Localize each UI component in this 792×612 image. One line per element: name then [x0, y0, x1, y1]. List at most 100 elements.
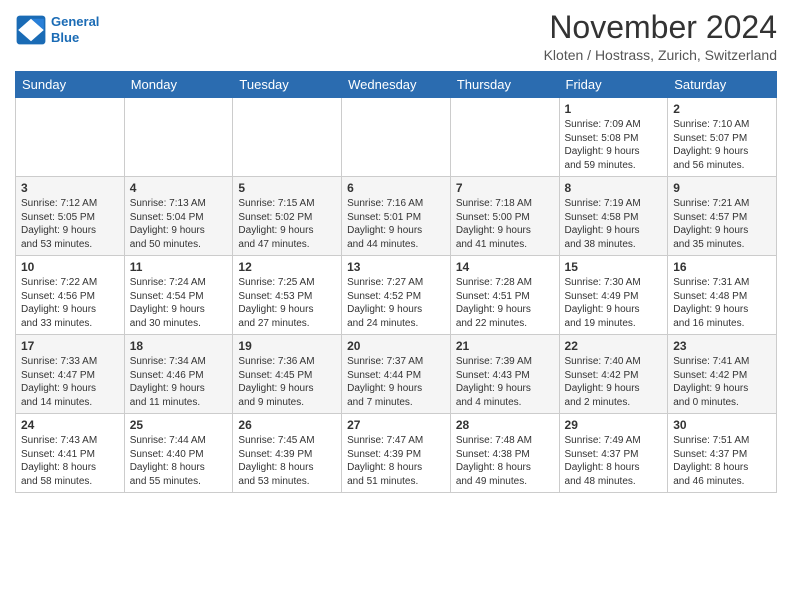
calendar-cell: 4Sunrise: 7:13 AMSunset: 5:04 PMDaylight… [124, 177, 233, 256]
week-row-1: 3Sunrise: 7:12 AMSunset: 5:05 PMDaylight… [16, 177, 777, 256]
calendar-cell: 21Sunrise: 7:39 AMSunset: 4:43 PMDayligh… [450, 335, 559, 414]
calendar-cell: 19 Sunrise: 7:36 AMSunset: 4:45 PMDayligh… [233, 335, 342, 414]
calendar-cell: 3Sunrise: 7:12 AMSunset: 5:05 PMDaylight… [16, 177, 125, 256]
header-right: November 2024 Kloten / Hostrass, Zurich,… [544, 10, 777, 63]
day-number: 6 [347, 181, 445, 195]
col-friday: Friday [559, 72, 668, 98]
cell-content: Sunrise: 7:51 AMSunset: 4:37 PMDaylight:… [673, 434, 771, 488]
week-row-2: 10Sunrise: 7:22 AMSunset: 4:56 PMDayligh… [16, 256, 777, 335]
day-number: 27 [347, 418, 445, 432]
calendar-cell [124, 98, 233, 177]
col-tuesday: Tuesday [233, 72, 342, 98]
calendar-cell: 25Sunrise: 7:44 AMSunset: 4:40 PMDayligh… [124, 414, 233, 493]
calendar-cell: 1 Sunrise: 7:09 AMSunset: 5:08 PMDaylight… [559, 98, 668, 177]
calendar-cell: 12 Sunrise: 7:25 AMSunset: 4:53 PMDayligh… [233, 256, 342, 335]
day-number: 20 [347, 339, 445, 353]
day-number: 9 [673, 181, 771, 195]
cell-content: Sunrise: 7:15 AMSunset: 5:02 PMDaylight:… [238, 197, 336, 251]
calendar-cell: 2Sunrise: 7:10 AMSunset: 5:07 PMDaylight… [668, 98, 777, 177]
day-number: 14 [456, 260, 554, 274]
calendar-cell: 30Sunrise: 7:51 AMSunset: 4:37 PMDayligh… [668, 414, 777, 493]
week-row-0: 1 Sunrise: 7:09 AMSunset: 5:08 PMDaylight… [16, 98, 777, 177]
cell-content: Sunrise: 7:25 AMSunset: 4:53 PMDaylight:… [238, 276, 336, 330]
header: General Blue November 2024 Kloten / Host… [15, 10, 777, 63]
cell-content: Sunrise: 7:09 AMSunset: 5:08 PMDaylight:… [565, 118, 663, 172]
calendar-cell: 23 Sunrise: 7:41 AMSunset: 4:42 PMDayligh… [668, 335, 777, 414]
day-number: 13 [347, 260, 445, 274]
calendar-cell: 17 Sunrise: 7:33 AMSunset: 4:47 PMDayligh… [16, 335, 125, 414]
day-number: 2 [673, 102, 771, 116]
cell-content: Sunrise: 7:41 AMSunset: 4:42 PMDaylight:… [673, 355, 771, 409]
calendar-cell: 7Sunrise: 7:18 AMSunset: 5:00 PMDaylight… [450, 177, 559, 256]
cell-content: Sunrise: 7:31 AMSunset: 4:48 PMDaylight:… [673, 276, 771, 330]
cell-content: Sunrise: 7:47 AMSunset: 4:39 PMDaylight:… [347, 434, 445, 488]
calendar-cell: 15 Sunrise: 7:30 AMSunset: 4:49 PMDayligh… [559, 256, 668, 335]
cell-content: Sunrise: 7:43 AMSunset: 4:41 PMDaylight:… [21, 434, 119, 488]
day-number: 24 [21, 418, 119, 432]
calendar-cell: 20 Sunrise: 7:37 AMSunset: 4:44 PMDayligh… [342, 335, 451, 414]
calendar-cell: 5 Sunrise: 7:15 AMSunset: 5:02 PMDaylight… [233, 177, 342, 256]
calendar-header: Sunday Monday Tuesday Wednesday Thursday… [16, 72, 777, 98]
cell-content: Sunrise: 7:16 AMSunset: 5:01 PMDaylight:… [347, 197, 445, 251]
calendar-cell: 9Sunrise: 7:21 AMSunset: 4:57 PMDaylight… [668, 177, 777, 256]
calendar-cell: 6 Sunrise: 7:16 AMSunset: 5:01 PMDaylight… [342, 177, 451, 256]
day-number: 29 [565, 418, 663, 432]
cell-content: Sunrise: 7:36 AMSunset: 4:45 PMDaylight:… [238, 355, 336, 409]
day-number: 4 [130, 181, 228, 195]
day-number: 17 [21, 339, 119, 353]
day-number: 1 [565, 102, 663, 116]
cell-content: Sunrise: 7:49 AMSunset: 4:37 PMDaylight:… [565, 434, 663, 488]
location: Kloten / Hostrass, Zurich, Switzerland [544, 47, 777, 63]
day-number: 16 [673, 260, 771, 274]
calendar-cell [233, 98, 342, 177]
week-row-4: 24 Sunrise: 7:43 AMSunset: 4:41 PMDayligh… [16, 414, 777, 493]
cell-content: Sunrise: 7:44 AMSunset: 4:40 PMDaylight:… [130, 434, 228, 488]
page: General Blue November 2024 Kloten / Host… [0, 0, 792, 503]
logo-icon [15, 14, 47, 46]
header-row: Sunday Monday Tuesday Wednesday Thursday… [16, 72, 777, 98]
logo-line1: General [51, 14, 99, 29]
cell-content: Sunrise: 7:12 AMSunset: 5:05 PMDaylight:… [21, 197, 119, 251]
calendar-cell [450, 98, 559, 177]
col-monday: Monday [124, 72, 233, 98]
cell-content: Sunrise: 7:33 AMSunset: 4:47 PMDaylight:… [21, 355, 119, 409]
cell-content: Sunrise: 7:30 AMSunset: 4:49 PMDaylight:… [565, 276, 663, 330]
day-number: 12 [238, 260, 336, 274]
cell-content: Sunrise: 7:45 AMSunset: 4:39 PMDaylight:… [238, 434, 336, 488]
cell-content: Sunrise: 7:27 AMSunset: 4:52 PMDaylight:… [347, 276, 445, 330]
day-number: 5 [238, 181, 336, 195]
calendar-cell: 14 Sunrise: 7:28 AMSunset: 4:51 PMDayligh… [450, 256, 559, 335]
calendar: Sunday Monday Tuesday Wednesday Thursday… [15, 71, 777, 493]
calendar-cell: 8Sunrise: 7:19 AMSunset: 4:58 PMDaylight… [559, 177, 668, 256]
cell-content: Sunrise: 7:28 AMSunset: 4:51 PMDaylight:… [456, 276, 554, 330]
calendar-cell: 29 Sunrise: 7:49 AMSunset: 4:37 PMDayligh… [559, 414, 668, 493]
week-row-3: 17 Sunrise: 7:33 AMSunset: 4:47 PMDayligh… [16, 335, 777, 414]
day-number: 21 [456, 339, 554, 353]
calendar-cell: 18Sunrise: 7:34 AMSunset: 4:46 PMDayligh… [124, 335, 233, 414]
day-number: 26 [238, 418, 336, 432]
calendar-cell [16, 98, 125, 177]
calendar-cell: 24 Sunrise: 7:43 AMSunset: 4:41 PMDayligh… [16, 414, 125, 493]
cell-content: Sunrise: 7:40 AMSunset: 4:42 PMDaylight:… [565, 355, 663, 409]
col-thursday: Thursday [450, 72, 559, 98]
cell-content: Sunrise: 7:18 AMSunset: 5:00 PMDaylight:… [456, 197, 554, 251]
logo-line2: Blue [51, 30, 79, 45]
col-sunday: Sunday [16, 72, 125, 98]
calendar-cell: 13 Sunrise: 7:27 AMSunset: 4:52 PMDayligh… [342, 256, 451, 335]
logo: General Blue [15, 14, 99, 46]
calendar-cell: 11 Sunrise: 7:24 AMSunset: 4:54 PMDayligh… [124, 256, 233, 335]
col-wednesday: Wednesday [342, 72, 451, 98]
day-number: 19 [238, 339, 336, 353]
calendar-cell: 26 Sunrise: 7:45 AMSunset: 4:39 PMDayligh… [233, 414, 342, 493]
cell-content: Sunrise: 7:22 AMSunset: 4:56 PMDaylight:… [21, 276, 119, 330]
day-number: 11 [130, 260, 228, 274]
day-number: 15 [565, 260, 663, 274]
day-number: 23 [673, 339, 771, 353]
calendar-body: 1 Sunrise: 7:09 AMSunset: 5:08 PMDaylight… [16, 98, 777, 493]
calendar-cell: 27 Sunrise: 7:47 AMSunset: 4:39 PMDayligh… [342, 414, 451, 493]
calendar-cell [342, 98, 451, 177]
col-saturday: Saturday [668, 72, 777, 98]
cell-content: Sunrise: 7:24 AMSunset: 4:54 PMDaylight:… [130, 276, 228, 330]
cell-content: Sunrise: 7:37 AMSunset: 4:44 PMDaylight:… [347, 355, 445, 409]
cell-content: Sunrise: 7:34 AMSunset: 4:46 PMDaylight:… [130, 355, 228, 409]
